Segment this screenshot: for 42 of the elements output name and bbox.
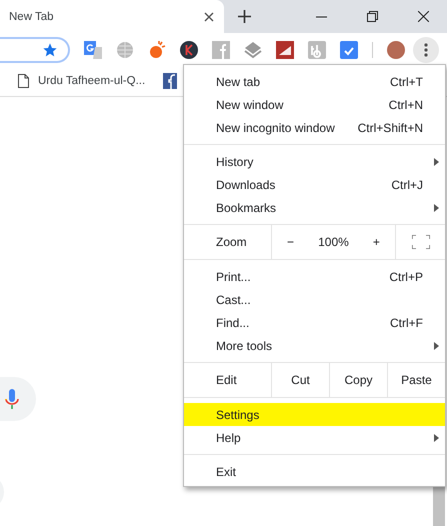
menu-item[interactable]: Bookmarks: [184, 196, 445, 219]
new-tab-icon[interactable]: [238, 10, 251, 23]
browser-tab[interactable]: New Tab: [0, 0, 224, 33]
menu-item[interactable]: Help: [184, 426, 445, 449]
submenu-arrow-icon: [434, 158, 439, 166]
letter-k-icon[interactable]: [180, 40, 198, 58]
minimize-icon[interactable]: [316, 16, 327, 18]
restore-icon[interactable]: [367, 11, 378, 22]
menu-item[interactable]: New window Ctrl+N: [184, 93, 445, 116]
menu-button[interactable]: [413, 36, 439, 62]
close-icon[interactable]: [418, 11, 429, 22]
layers-icon[interactable]: [244, 40, 262, 58]
checkmark-icon[interactable]: [340, 40, 358, 58]
menu-item[interactable]: Downloads Ctrl+J: [184, 173, 445, 196]
more-icon: [424, 42, 428, 56]
menu-item[interactable]: Exit: [184, 460, 445, 483]
zoom-level: 100%: [318, 235, 349, 249]
menu-item[interactable]: Settings: [184, 403, 445, 426]
page-icon: [18, 74, 29, 88]
avatar[interactable]: [387, 40, 405, 58]
menu-item[interactable]: Print... Ctrl+P: [184, 265, 445, 288]
menu-item[interactable]: History: [184, 150, 445, 173]
address-bar[interactable]: [0, 36, 70, 62]
menu-item[interactable]: New incognito window Ctrl+Shift+N: [184, 116, 445, 139]
close-icon[interactable]: [204, 12, 214, 22]
menu-item[interactable]: Find... Ctrl+F: [184, 311, 445, 334]
microphone-icon[interactable]: [5, 389, 19, 409]
facebook-icon[interactable]: [163, 73, 178, 89]
translate-icon[interactable]: [84, 40, 102, 58]
menu-item[interactable]: More tools: [184, 334, 445, 357]
menu-item[interactable]: Cast...: [184, 288, 445, 311]
menu-item[interactable]: New tab Ctrl+T: [184, 70, 445, 93]
submenu-arrow-icon: [434, 342, 439, 350]
zoom-in-button[interactable]: +: [366, 235, 386, 249]
star-icon[interactable]: [42, 42, 58, 58]
zoom-out-button[interactable]: −: [281, 235, 300, 249]
bookmark[interactable]: Urdu Tafheem-ul-Q...: [18, 74, 146, 88]
edit-action-button[interactable]: Paste: [388, 363, 445, 397]
submenu-arrow-icon: [434, 434, 439, 442]
fullscreen-icon[interactable]: [412, 235, 430, 249]
submenu-arrow-icon: [434, 204, 439, 212]
rocket-icon[interactable]: [148, 40, 166, 58]
